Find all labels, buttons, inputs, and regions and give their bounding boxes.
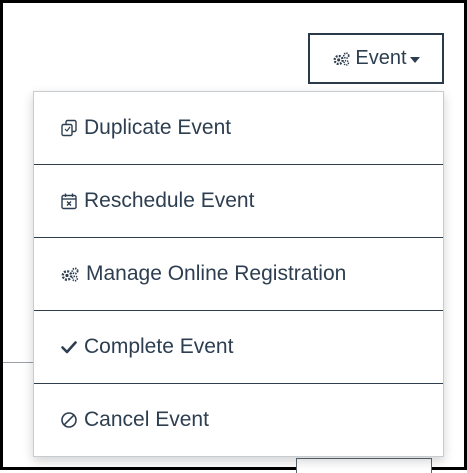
background-button-edge [296,458,432,473]
calendar-x-icon [61,193,77,210]
gears-icon [333,51,350,66]
checkmark-icon [61,341,77,354]
menu-item-label: Reschedule Event [84,189,255,212]
event-button-label: Event [355,47,407,69]
menu-item-label: Manage Online Registration [86,262,347,285]
ban-icon [61,412,77,428]
menu-item-label: Duplicate Event [84,116,232,139]
menu-item-label: Complete Event [84,335,234,358]
menu-item-label: Cancel Event [84,408,209,431]
caret-down-icon [409,56,420,63]
duplicate-icon [61,119,77,137]
event-actions-menu: Duplicate Event Reschedule Event Manage … [33,91,444,457]
menu-item-manage-online-registration[interactable]: Manage Online Registration [34,238,443,311]
background-divider-line [3,362,33,363]
event-dropdown-button[interactable]: Event [308,33,444,84]
menu-item-duplicate-event[interactable]: Duplicate Event [34,92,443,165]
gears-icon [61,267,79,282]
menu-item-reschedule-event[interactable]: Reschedule Event [34,165,443,238]
menu-item-complete-event[interactable]: Complete Event [34,311,443,384]
menu-item-cancel-event[interactable]: Cancel Event [34,384,443,456]
